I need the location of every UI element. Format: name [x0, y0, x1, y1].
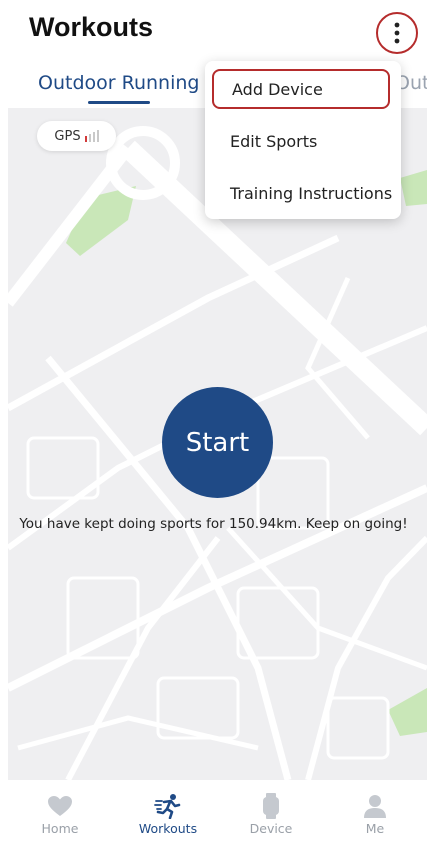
map-park	[388, 688, 427, 736]
person-icon	[364, 795, 386, 818]
options-menu: Add Device Edit Sports Training Instruct…	[205, 61, 401, 219]
nav-home[interactable]: Home	[15, 780, 105, 841]
active-tab-indicator	[88, 101, 150, 104]
watch-icon	[263, 793, 279, 819]
nav-home-label: Home	[41, 821, 79, 836]
start-button[interactable]: Start	[162, 387, 273, 498]
heart-icon	[48, 796, 72, 816]
gps-status: GPS	[37, 121, 116, 151]
gps-signal-icon	[84, 130, 99, 142]
page-title: Workouts	[29, 12, 154, 42]
map-park	[400, 170, 427, 206]
bottom-nav: Home Workouts Device Me	[0, 780, 427, 841]
menu-item-training-instructions[interactable]: Training Instructions	[205, 173, 401, 213]
nav-device-label: Device	[249, 821, 293, 836]
nav-me[interactable]: Me	[330, 780, 420, 841]
more-options-button[interactable]	[376, 12, 418, 54]
running-icon	[154, 794, 181, 819]
nav-workouts-label: Workouts	[138, 821, 198, 836]
nav-workouts[interactable]: Workouts	[123, 780, 213, 841]
nav-me-label: Me	[365, 821, 385, 836]
nav-device[interactable]: Device	[226, 780, 316, 841]
menu-item-add-device[interactable]: Add Device	[212, 69, 390, 109]
distance-summary: You have kept doing sports for 150.94km.…	[19, 516, 408, 532]
tab-outdoor-running[interactable]: Outdoor Running	[38, 72, 199, 94]
more-vertical-icon	[394, 22, 400, 44]
menu-item-edit-sports[interactable]: Edit Sports	[205, 121, 401, 161]
gps-label: GPS	[54, 128, 81, 144]
